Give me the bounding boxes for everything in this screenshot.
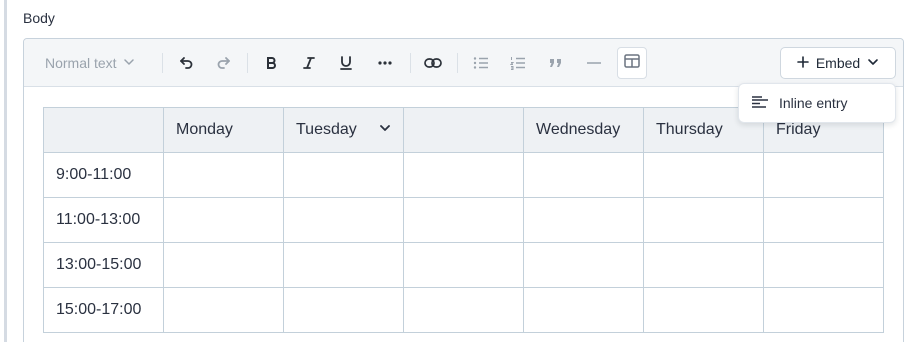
table-cell[interactable] (163, 152, 284, 198)
quote-icon (549, 57, 563, 69)
table-cell[interactable] (523, 152, 644, 198)
table-header-cell[interactable] (403, 107, 524, 153)
table-cell[interactable] (403, 197, 524, 243)
toolbar-separator (410, 53, 411, 73)
chevron-down-icon (123, 55, 135, 71)
chevron-down-icon[interactable] (379, 121, 391, 139)
table-header-cell[interactable] (43, 107, 164, 153)
field-label: Body (23, 10, 55, 26)
more-formatting-button[interactable] (371, 39, 399, 87)
undo-button[interactable] (172, 39, 200, 87)
table-cell[interactable] (523, 287, 644, 333)
underline-button[interactable] (332, 39, 360, 87)
editor-toolbar: Normal text Embed (24, 39, 903, 87)
table-cell[interactable]: 15:00-17:00 (43, 287, 164, 333)
link-button[interactable] (419, 39, 447, 87)
redo-icon (216, 55, 232, 71)
chevron-down-icon (867, 55, 879, 71)
table-cell[interactable] (403, 152, 524, 198)
bold-button[interactable] (257, 39, 285, 87)
numbered-list-button[interactable] (504, 39, 532, 87)
table-cell[interactable] (763, 287, 884, 333)
plus-icon (797, 55, 809, 71)
table-header-cell[interactable]: Monday (163, 107, 284, 153)
table-cell[interactable] (163, 242, 284, 288)
bullet-list-button[interactable] (467, 39, 495, 87)
inline-entry-icon (751, 95, 769, 112)
field-left-rule (4, 0, 7, 342)
table-cell[interactable] (763, 152, 884, 198)
toolbar-separator (162, 53, 163, 73)
horizontal-rule-button[interactable] (580, 39, 608, 87)
embed-label: Embed (815, 55, 861, 71)
text-style-label: Normal text (45, 55, 117, 71)
more-icon (377, 60, 393, 66)
embed-menu-item-label: Inline entry (779, 95, 848, 111)
table-cell[interactable] (163, 197, 284, 243)
table-cell[interactable] (523, 242, 644, 288)
table-cell[interactable] (283, 197, 404, 243)
bold-icon (264, 56, 278, 70)
horizontal-rule-icon (586, 61, 602, 65)
embed-button[interactable]: Embed (780, 47, 896, 79)
embed-menu-item-inline-entry[interactable]: Inline entry (738, 83, 896, 123)
toolbar-separator (247, 53, 248, 73)
table-cell[interactable]: 11:00-13:00 (43, 197, 164, 243)
table-cell[interactable] (403, 287, 524, 333)
bullet-list-icon (473, 56, 489, 70)
schedule-table: Monday Tuesday Wednesday Thursday Friday… (43, 107, 884, 333)
italic-icon (302, 56, 316, 70)
table-cell[interactable] (283, 152, 404, 198)
toolbar-separator (457, 53, 458, 73)
table-row: 9:00-11:00 (43, 152, 884, 198)
table-cell[interactable] (163, 287, 284, 333)
italic-button[interactable] (295, 39, 323, 87)
table-row: 15:00-17:00 (43, 287, 884, 333)
table-header-cell[interactable]: Tuesday (283, 107, 404, 153)
quote-button[interactable] (542, 39, 570, 87)
table-row: 13:00-15:00 (43, 242, 884, 288)
table-cell[interactable]: 9:00-11:00 (43, 152, 164, 198)
table-cell[interactable] (643, 242, 764, 288)
table-cell[interactable] (643, 287, 764, 333)
table-cell[interactable] (643, 197, 764, 243)
table-cell[interactable] (643, 152, 764, 198)
link-icon (424, 57, 442, 69)
table-header-cell[interactable]: Wednesday (523, 107, 644, 153)
undo-icon (178, 55, 194, 71)
table-cell[interactable] (523, 197, 644, 243)
insert-table-button[interactable] (617, 47, 647, 79)
table-cell[interactable] (283, 287, 404, 333)
table-cell[interactable] (403, 242, 524, 288)
underline-icon (339, 55, 353, 71)
table-cell[interactable] (763, 242, 884, 288)
redo-button[interactable] (210, 39, 238, 87)
text-style-select[interactable]: Normal text (45, 39, 135, 87)
numbered-list-icon (510, 56, 526, 70)
table-icon (624, 53, 640, 73)
table-cell[interactable] (763, 197, 884, 243)
table-cell[interactable]: 13:00-15:00 (43, 242, 164, 288)
table-header-label: Tuesday (296, 121, 357, 138)
table-cell[interactable] (283, 242, 404, 288)
table-row: 11:00-13:00 (43, 197, 884, 243)
